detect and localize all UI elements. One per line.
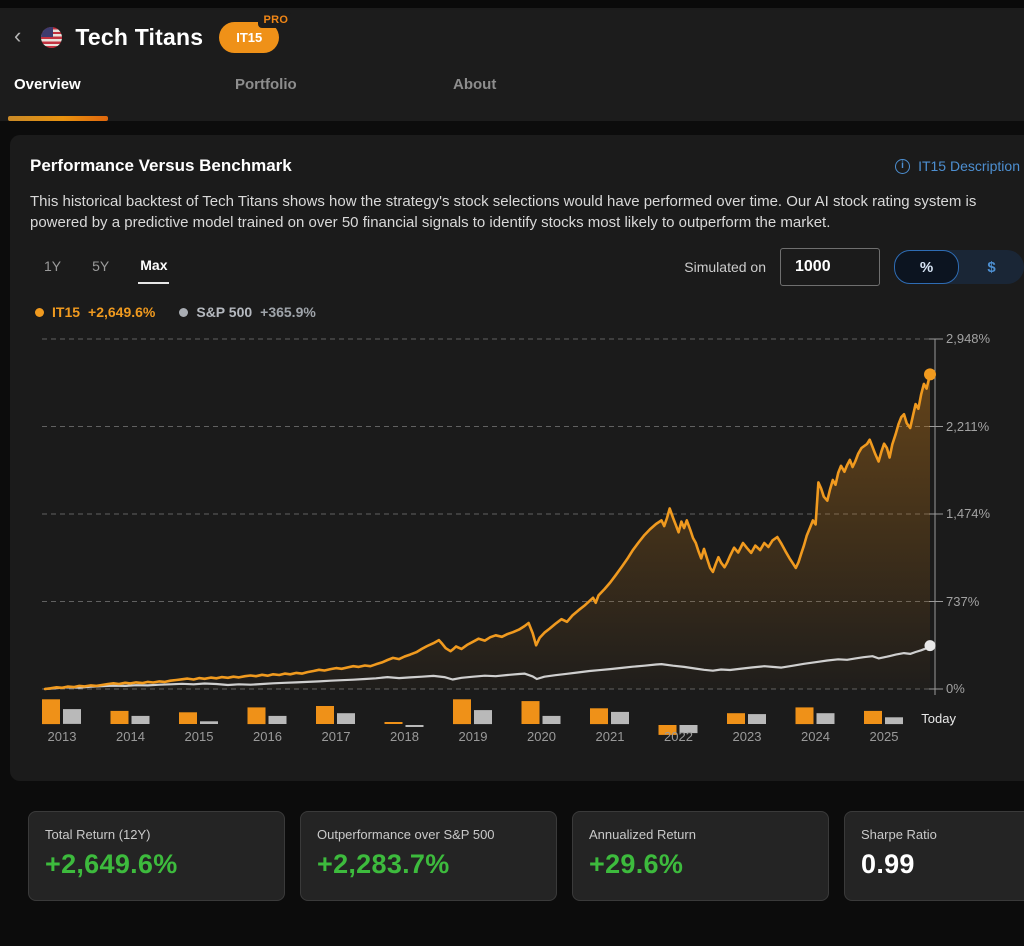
x-axis-year-label: 2022	[645, 729, 713, 744]
legend-sp500-name: S&P 500	[196, 304, 252, 320]
stat-card-sharpe-ratio: Sharpe Ratio 0.99	[844, 811, 1024, 901]
description-link-label: IT15 Description	[918, 158, 1020, 174]
today-label: Today	[894, 711, 956, 726]
panel-description: This historical backtest of Tech Titans …	[30, 191, 1015, 233]
stats-row: Total Return (12Y) +2,649.6% Outperforma…	[28, 811, 1024, 901]
x-axis-year-label: 2017	[302, 729, 370, 744]
stat-card-total-return: Total Return (12Y) +2,649.6%	[28, 811, 285, 901]
x-axis-year-label: 2015	[165, 729, 233, 744]
simulated-on-label: Simulated on	[684, 259, 766, 275]
range-5y-button[interactable]: 5Y	[90, 251, 111, 284]
stat-label: Outperformance over S&P 500	[317, 827, 540, 842]
pro-tag: PRO	[258, 13, 293, 28]
tab-portfolio[interactable]: Portfolio	[235, 76, 316, 121]
y-axis-label: 737%	[946, 594, 979, 609]
page-body: Performance Versus Benchmark IT15 Descri…	[0, 121, 1024, 901]
chart-canvas[interactable]	[30, 326, 1020, 751]
legend-it15-name: IT15	[52, 304, 80, 320]
stat-value: 0.99	[861, 849, 1024, 880]
active-tab-underline	[8, 116, 108, 121]
x-axis-year-label: 2021	[576, 729, 644, 744]
app-header: ‹ Tech Titans IT15 PRO Overview Portfoli…	[0, 8, 1024, 121]
y-axis-label: 0%	[946, 681, 965, 696]
page-title: Tech Titans	[75, 24, 203, 51]
x-axis-year-label: 2023	[713, 729, 781, 744]
range-max-button[interactable]: Max	[138, 251, 169, 284]
performance-panel: Performance Versus Benchmark IT15 Descri…	[10, 135, 1024, 781]
y-axis-label: 2,948%	[946, 331, 990, 346]
range-selector: 1Y 5Y Max	[30, 251, 169, 284]
simulated-amount-input[interactable]	[780, 248, 880, 286]
description-link[interactable]: IT15 Description	[895, 158, 1020, 174]
tab-about-label: About	[453, 76, 496, 93]
performance-chart[interactable]: 2,948% 2,211% 1,474% 737% 0% 2013201420152016…	[30, 326, 1024, 751]
stat-label: Annualized Return	[589, 827, 812, 842]
y-axis-label: 2,211%	[946, 419, 989, 434]
legend-dot-sp500-icon	[179, 308, 188, 317]
us-flag-icon	[41, 27, 62, 48]
stat-value: +29.6%	[589, 849, 812, 880]
x-axis-year-label: 2020	[508, 729, 576, 744]
tab-about[interactable]: About	[453, 76, 496, 121]
x-axis-year-label: 2013	[28, 729, 96, 744]
stat-value: +2,649.6%	[45, 849, 268, 880]
percent-toggle-button[interactable]: %	[894, 250, 959, 284]
top-strip	[0, 0, 1024, 8]
stat-label: Total Return (12Y)	[45, 827, 268, 842]
chart-legend: IT15 +2,649.6% S&P 500 +365.9%	[35, 304, 1024, 320]
unit-toggle: % $	[894, 250, 1024, 284]
legend-it15-value: +2,649.6%	[88, 304, 155, 320]
stat-card-outperformance: Outperformance over S&P 500 +2,283.7%	[300, 811, 557, 901]
x-axis-year-label: 2019	[439, 729, 507, 744]
x-axis-year-label: 2016	[234, 729, 302, 744]
y-axis-label: 1,474%	[946, 506, 990, 521]
info-icon	[895, 159, 910, 174]
stat-card-annualized-return: Annualized Return +29.6%	[572, 811, 829, 901]
x-axis-year-label: 2018	[371, 729, 439, 744]
stat-label: Sharpe Ratio	[861, 827, 1024, 842]
x-axis-year-label: 2014	[97, 729, 165, 744]
x-axis-year-label: 2025	[850, 729, 918, 744]
chart-controls: 1Y 5Y Max Simulated on % $	[30, 248, 1024, 286]
tab-overview[interactable]: Overview	[14, 76, 100, 121]
tab-portfolio-label: Portfolio	[235, 76, 297, 93]
panel-title: Performance Versus Benchmark	[30, 156, 292, 176]
back-button[interactable]: ‹	[14, 25, 21, 47]
tab-overview-label: Overview	[14, 76, 81, 93]
simulation-controls: Simulated on % $	[684, 248, 1024, 286]
strategy-badge-wrap: IT15 PRO	[219, 22, 279, 53]
legend-sp500-value: +365.9%	[260, 304, 316, 320]
range-1y-button[interactable]: 1Y	[42, 251, 63, 284]
legend-dot-it15-icon	[35, 308, 44, 317]
stat-value: +2,283.7%	[317, 849, 540, 880]
title-row: ‹ Tech Titans IT15 PRO	[0, 8, 1024, 56]
dollar-toggle-button[interactable]: $	[959, 250, 1024, 284]
tab-bar: Overview Portfolio About	[0, 76, 1024, 121]
x-axis-year-label: 2024	[782, 729, 850, 744]
